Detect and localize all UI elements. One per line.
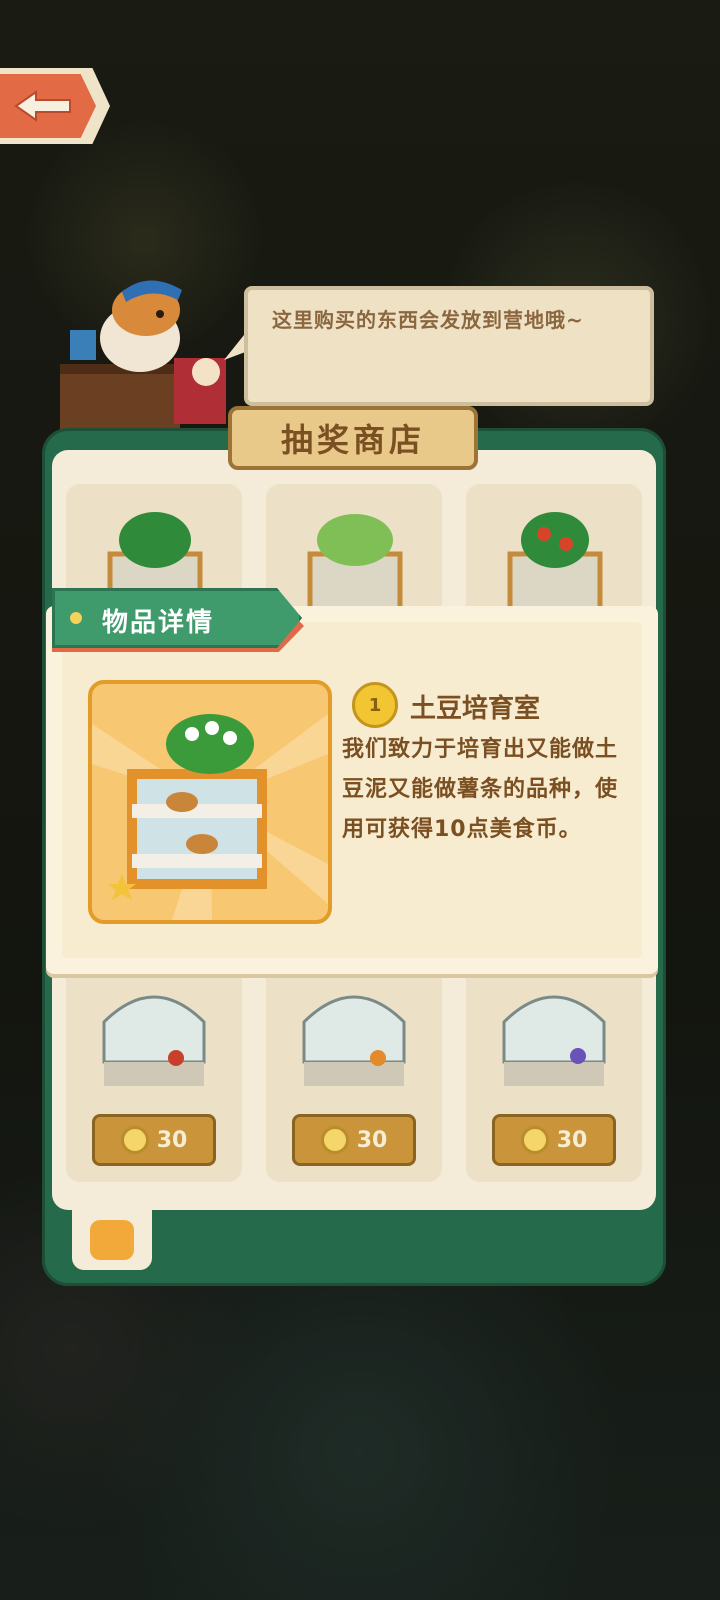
lettuce-greenhouse-icon [307, 514, 403, 617]
shop-title: 抽奖商店 [280, 421, 425, 459]
glass-dome-greenhouse-icon [502, 995, 606, 1086]
shop-item-slot[interactable]: 30 [266, 962, 442, 1182]
speech-bubble: 这里购买的东西会发放到营地哦~ [244, 286, 654, 406]
item-image-frame [88, 680, 332, 924]
back-button[interactable] [0, 68, 110, 144]
potato-greenhouse-icon [92, 714, 328, 920]
shop-item-slot[interactable]: 30 [66, 962, 242, 1182]
item-description: 我们致力于培育出又能做土豆泥又能做薯条的品种，使用可获得10点美食币。 [342, 737, 619, 842]
ribbon-dot-icon [70, 612, 82, 624]
price-button[interactable]: 30 [292, 1114, 416, 1166]
tomato-greenhouse-icon [507, 512, 603, 617]
price-value: 30 [156, 1127, 188, 1153]
bag-icon [90, 1220, 134, 1260]
shop-item-slot[interactable]: 30 [466, 962, 642, 1182]
glass-dome-greenhouse-icon [302, 995, 406, 1086]
price-button[interactable]: 30 [492, 1114, 616, 1166]
coin-icon [520, 1126, 549, 1154]
bag-tab[interactable] [72, 1210, 152, 1270]
item-name: 土豆培育室 [410, 694, 541, 724]
coin-icon [320, 1126, 349, 1154]
price-value: 30 [356, 1127, 388, 1153]
glass-dome-greenhouse-icon [102, 995, 206, 1086]
shop-title-plate: 抽奖商店 [228, 406, 478, 470]
shopkeeper-dog-illustration [60, 280, 226, 438]
rank-number: 1 [368, 694, 382, 716]
rank-medal-icon: 1 [352, 682, 398, 728]
back-arrow-icon [14, 90, 71, 122]
price-value: 30 [556, 1127, 588, 1153]
detail-title: 物品详情 [102, 608, 215, 638]
speech-bubble-text: 这里购买的东西会发放到营地哦~ [272, 308, 584, 332]
price-button[interactable]: 30 [92, 1114, 216, 1166]
coin-icon [120, 1126, 149, 1154]
